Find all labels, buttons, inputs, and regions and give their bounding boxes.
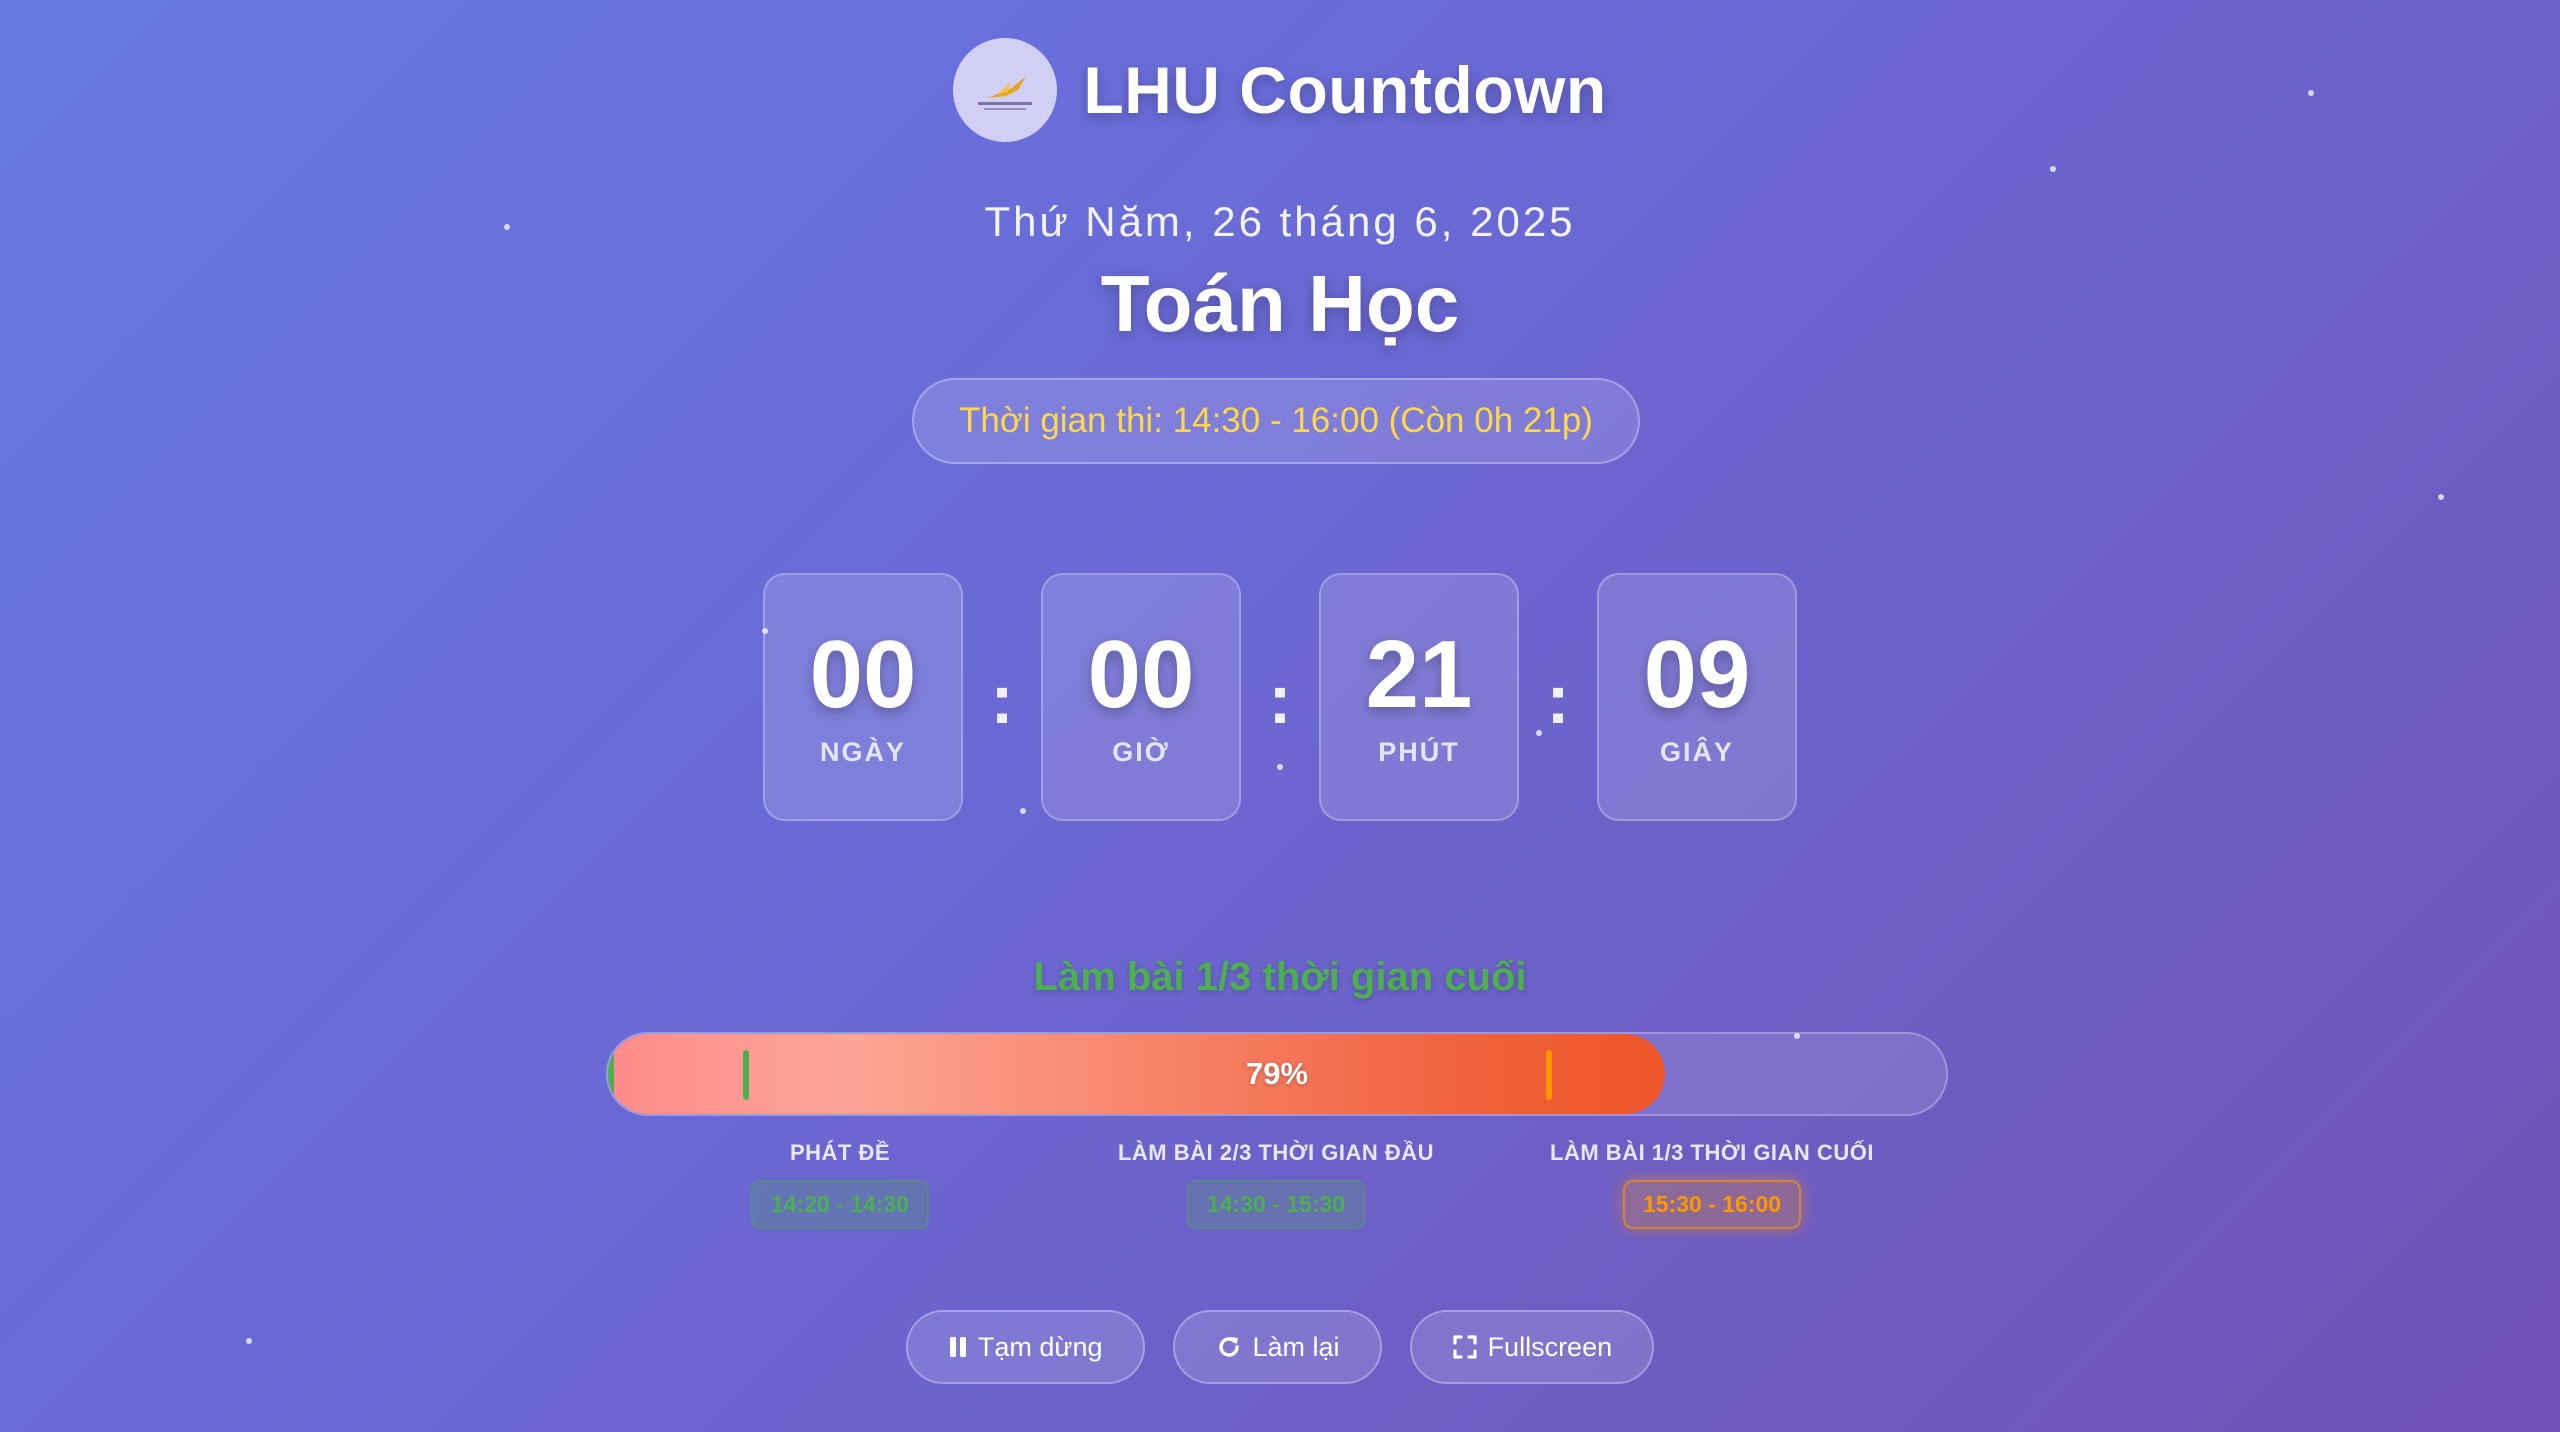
- phase-final-third: LÀM BÀI 1/3 THỜI GIAN CUỐI 15:30 - 16:00: [1492, 1140, 1932, 1229]
- exam-time-info: Thời gian thi: 14:30 - 16:00 (Còn 0h 21p…: [912, 378, 1640, 464]
- countdown-minutes: 21 PHÚT: [1319, 573, 1519, 821]
- days-label: NGÀY: [819, 736, 906, 767]
- exam-time-text: Thời gian thi: 14:30 - 16:00 (Còn 0h 21p…: [959, 401, 1593, 440]
- countdown-hours: 00 GIỜ: [1041, 573, 1241, 821]
- countdown-seconds: 09 GIÂY: [1597, 573, 1797, 821]
- phase-label: LÀM BÀI 1/3 THỜI GIAN CUỐI: [1550, 1140, 1874, 1165]
- countdown-separator: :: [1546, 660, 1570, 738]
- exam-progress-bar: 79%: [606, 1032, 1948, 1116]
- reset-label: Làm lại: [1252, 1331, 1340, 1362]
- countdown-separator: :: [1268, 660, 1292, 738]
- phase-time-badge: 14:20 - 14:30: [750, 1180, 930, 1229]
- phase-label: LÀM BÀI 2/3 THỜI GIAN ĐẦU: [1117, 1140, 1435, 1165]
- particle: [2438, 494, 2444, 500]
- days-value: 00: [809, 620, 917, 728]
- progress-percent: 79%: [1245, 1056, 1309, 1091]
- pause-label: Tạm dừng: [977, 1331, 1103, 1362]
- university-logo: [953, 38, 1058, 142]
- countdown-timer: 00 NGÀY : 00 GIỜ : 21 PHÚT : 09 GIÂY: [0, 573, 2560, 821]
- hours-value: 00: [1087, 620, 1195, 728]
- phase-time-badge: 14:30 - 15:30: [1186, 1180, 1366, 1229]
- app-title: LHU Countdown: [1083, 53, 1607, 127]
- pause-icon: [949, 1337, 966, 1357]
- seconds-value: 09: [1643, 620, 1751, 728]
- bird-icon: [978, 76, 1033, 110]
- seconds-label: GIÂY: [1659, 736, 1734, 767]
- phase-first-two-thirds: LÀM BÀI 2/3 THỜI GIAN ĐẦU 14:30 - 15:30: [1056, 1140, 1496, 1229]
- particle: [2050, 166, 2056, 172]
- phase-distribution: PHÁT ĐỀ 14:20 - 14:30: [620, 1140, 1060, 1229]
- refresh-icon: [1218, 1337, 1239, 1357]
- minutes-value: 21: [1365, 620, 1473, 728]
- fullscreen-label: Fullscreen: [1487, 1331, 1613, 1362]
- current-phase-title: Làm bài 1/3 thời gian cuối: [1033, 955, 1527, 999]
- hours-label: GIỜ: [1112, 736, 1170, 767]
- minutes-label: PHÚT: [1378, 736, 1460, 767]
- exam-date: Thứ Năm, 26 tháng 6, 2025: [984, 198, 1576, 245]
- phase-label: PHÁT ĐỀ: [789, 1140, 891, 1165]
- control-buttons: Tạm dừng Làm lại Fullscreen: [0, 1310, 2560, 1384]
- pause-button[interactable]: Tạm dừng: [905, 1310, 1145, 1384]
- exam-subject: Toán Học: [1100, 259, 1460, 348]
- countdown-separator: :: [990, 660, 1014, 738]
- app-header: LHU Countdown: [0, 38, 2560, 142]
- expand-icon: [1452, 1335, 1477, 1359]
- phase-time-badge: 15:30 - 16:00: [1622, 1180, 1802, 1229]
- reset-button[interactable]: Làm lại: [1172, 1310, 1382, 1384]
- countdown-days: 00 NGÀY: [763, 573, 963, 821]
- fullscreen-button[interactable]: Fullscreen: [1409, 1310, 1655, 1384]
